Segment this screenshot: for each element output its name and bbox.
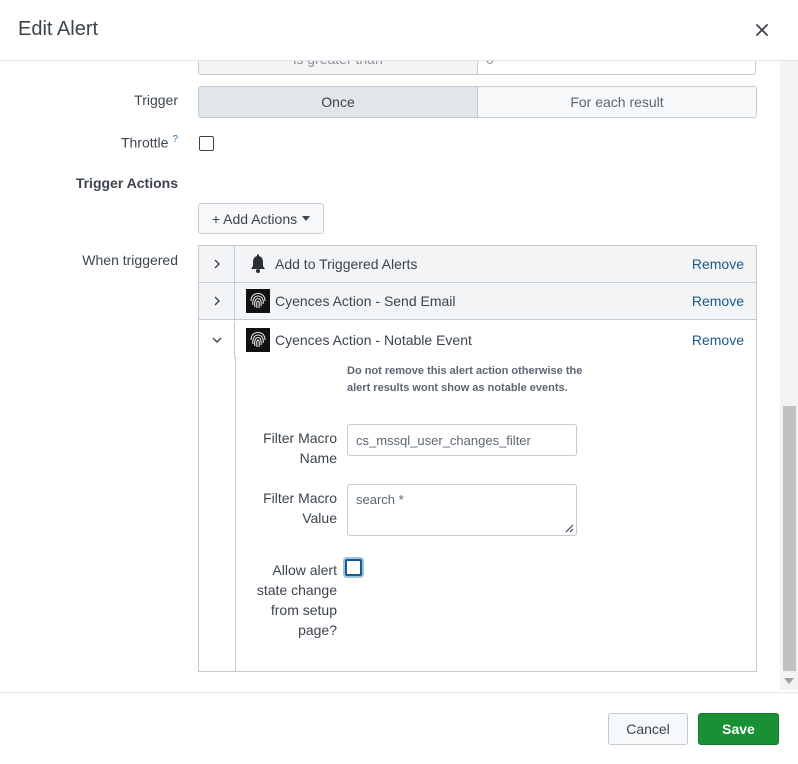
chevron-down-icon[interactable] (199, 321, 235, 358)
condition-operator-select[interactable]: is greater than (198, 61, 478, 75)
filter-macro-name-input[interactable]: cs_mssql_user_changes_filter (347, 424, 577, 456)
fingerprint-icon (246, 289, 270, 313)
expanded-divider (235, 357, 236, 671)
scrollbar-thumb[interactable] (783, 406, 796, 671)
notable-event-note: Do not remove this alert action otherwis… (347, 365, 583, 394)
modal-title: Edit Alert (18, 18, 99, 40)
filter-macro-name-label: Filter Macro Name (263, 430, 337, 466)
condition-value-input[interactable]: 0 (477, 61, 756, 75)
filter-macro-value-textarea[interactable]: search * (347, 484, 577, 536)
remove-action-link[interactable]: Remove (692, 332, 744, 348)
chevron-right-icon[interactable] (199, 245, 235, 283)
modal-body[interactable]: is greater than 0 Trigger Once For each … (0, 61, 798, 692)
allow-change-label: Allow alert state change from setup page… (256, 562, 337, 638)
close-icon[interactable] (750, 18, 774, 42)
allow-change-checkbox[interactable] (345, 559, 362, 576)
save-button[interactable]: Save (698, 713, 779, 745)
scroll-down-icon[interactable] (784, 678, 794, 684)
fingerprint-icon (246, 327, 270, 352)
help-icon[interactable]: ? (172, 134, 178, 145)
filter-macro-value-label: Filter Macro Value (263, 490, 337, 526)
condition-row: is greater than 0 (198, 61, 757, 75)
add-actions-button[interactable]: + Add Actions (198, 203, 324, 234)
filter-macro-value-text: search * (356, 492, 404, 507)
modal-header: Edit Alert (0, 0, 798, 61)
trigger-option-once[interactable]: Once (198, 86, 478, 118)
trigger-actions-heading: Trigger Actions (75, 175, 178, 191)
trigger-actions-list: Add to Triggered Alerts Remove Cyences A… (198, 245, 757, 672)
trigger-label: Trigger (134, 92, 178, 108)
trigger-segmented-control: Once For each result (198, 86, 757, 118)
throttle-checkbox[interactable] (199, 136, 214, 151)
chevron-right-icon[interactable] (199, 282, 235, 320)
action-name: Cyences Action - Notable Event (275, 331, 472, 348)
when-triggered-label: When triggered (82, 252, 178, 268)
trigger-option-for-each-result[interactable]: For each result (477, 86, 757, 118)
caret-down-icon (302, 216, 311, 221)
resize-handle-icon[interactable] (565, 524, 574, 533)
edit-alert-modal: Edit Alert is greater than 0 Trigger Onc… (0, 0, 798, 764)
remove-action-link[interactable]: Remove (692, 256, 744, 272)
action-row-notable-event: Cyences Action - Notable Event Remove (199, 321, 756, 358)
action-name: Add to Triggered Alerts (275, 256, 418, 272)
add-actions-label: + Add Actions (211, 210, 298, 227)
throttle-label: Throttle? (60, 134, 178, 151)
bell-icon (246, 252, 270, 276)
throttle-label-text: Throttle (120, 134, 169, 151)
scrollbar[interactable] (780, 61, 798, 690)
action-row-send-email: Cyences Action - Send Email Remove (199, 282, 756, 320)
action-row-triggered-alerts: Add to Triggered Alerts Remove (199, 245, 756, 283)
modal-footer: Cancel Save (0, 692, 798, 764)
action-name: Cyences Action - Send Email (275, 293, 456, 309)
remove-action-link[interactable]: Remove (692, 293, 744, 309)
cancel-button[interactable]: Cancel (608, 713, 688, 745)
